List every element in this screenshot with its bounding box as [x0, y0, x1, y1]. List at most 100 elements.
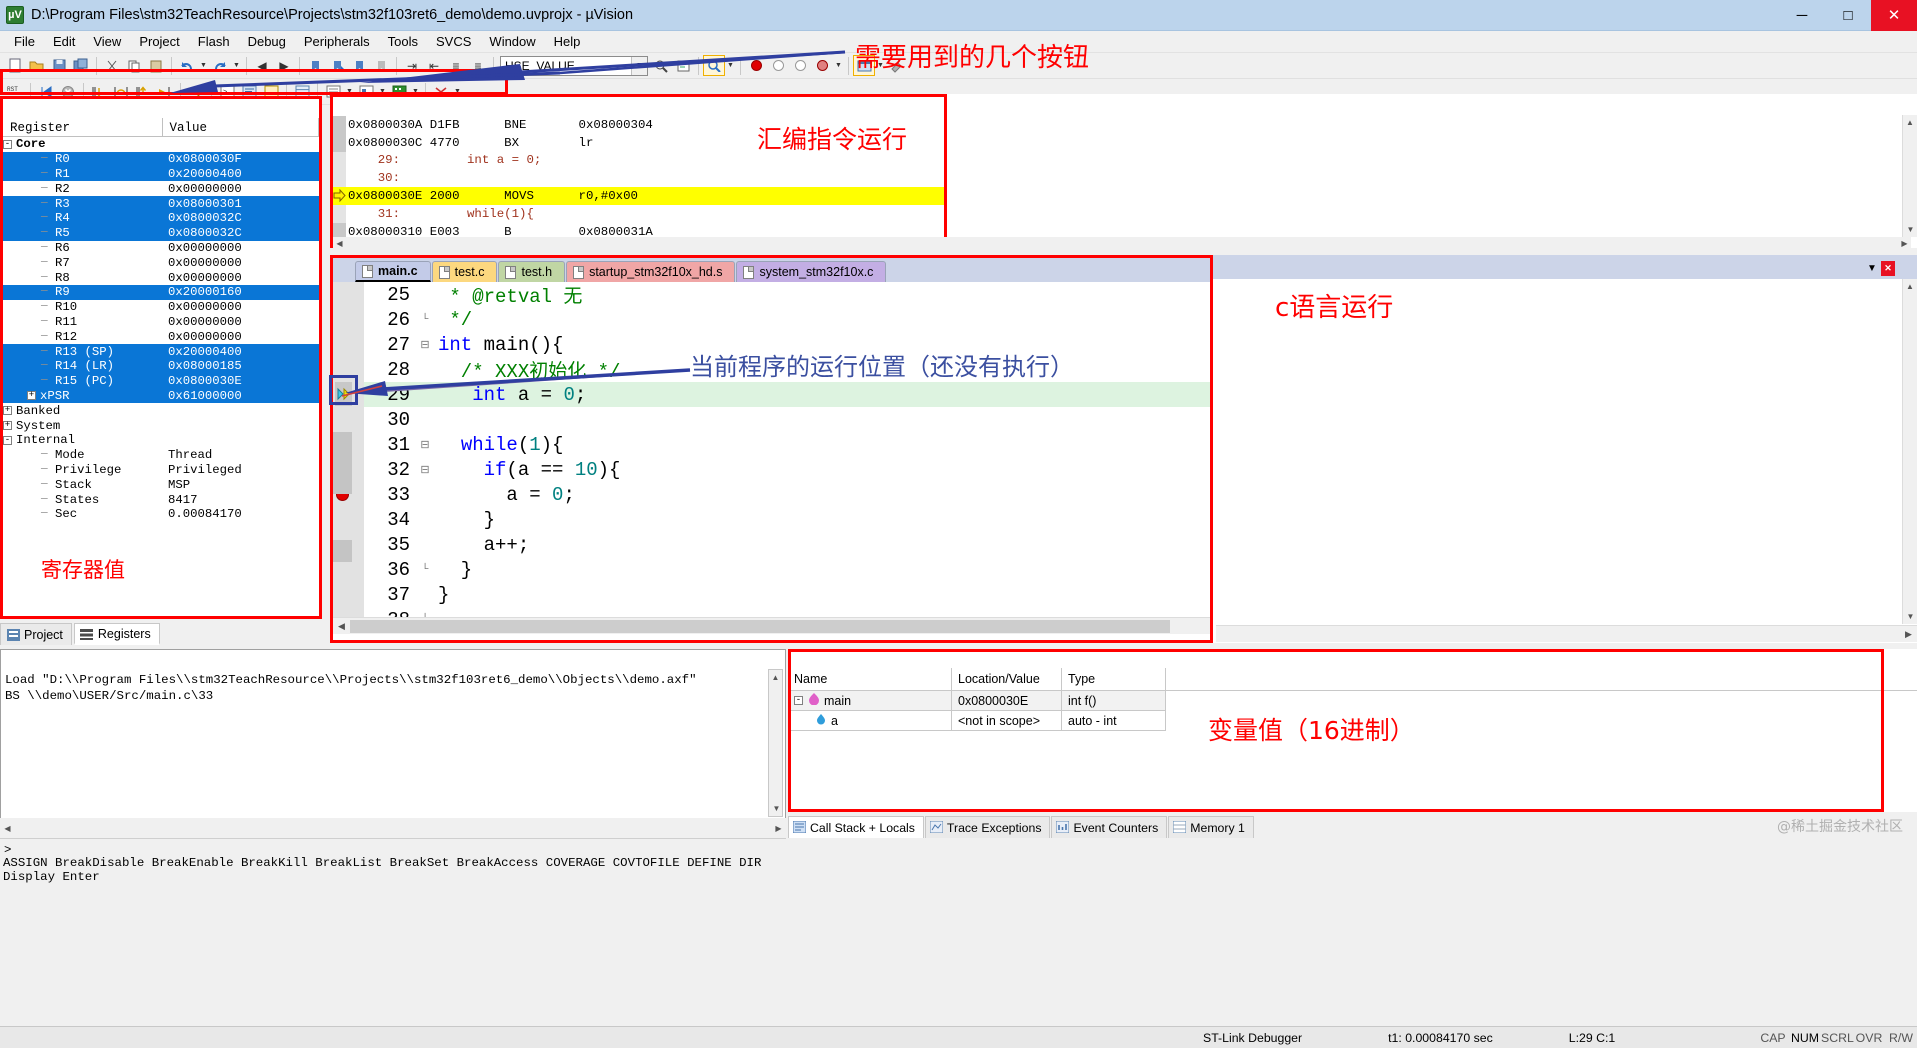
disassembly-row[interactable]: 30: [333, 169, 944, 188]
find-in-files-icon[interactable] [650, 55, 672, 76]
disassembly-vscrollbar[interactable]: ▲ ▼ [1902, 115, 1917, 237]
register-row[interactable]: ─ R14 (LR) 0x08000185 [3, 358, 319, 374]
register-row[interactable]: + System [3, 418, 319, 433]
uncomment-icon[interactable]: ≡ [467, 55, 489, 76]
disable-bp-icon[interactable] [767, 55, 789, 76]
register-row[interactable]: ─ R4 0x0800032C [3, 210, 319, 226]
menu-view[interactable]: View [84, 32, 130, 51]
menu-file[interactable]: File [5, 32, 44, 51]
register-row[interactable]: ─ R11 0x00000000 [3, 315, 319, 330]
chevron-down-icon[interactable]: ▼ [631, 56, 647, 75]
bp-dropdown-icon[interactable]: ▼ [833, 55, 844, 76]
bookmark-prev-icon[interactable] [348, 55, 370, 76]
vscroll-up-arrow[interactable]: ▲ [1903, 115, 1917, 130]
register-row[interactable]: ─ R5 0x0800032C [3, 225, 319, 241]
disassembly-row[interactable]: 31: while(1){ [333, 204, 944, 223]
collapse-icon[interactable]: - [3, 139, 12, 149]
disassembly-gutter[interactable] [333, 169, 346, 188]
menu-window[interactable]: Window [480, 32, 544, 51]
disassembly-hscrollbar[interactable]: ◀ ▶ [333, 237, 1911, 250]
editor-minimize-icon[interactable]: ▼ [1865, 261, 1879, 276]
fold-marker[interactable]: └ [416, 614, 434, 618]
paste-icon[interactable] [145, 55, 167, 76]
maximize-button[interactable]: □ [1825, 0, 1871, 31]
insert-bp-icon[interactable] [745, 55, 767, 76]
command-hscroll-right[interactable]: ▶ [771, 824, 786, 833]
code-line[interactable]: 38└ [364, 607, 1210, 618]
editor-hscroll-thumb[interactable] [350, 619, 1170, 633]
fold-marker[interactable]: ⊟ [416, 463, 434, 477]
bookmark-next-icon[interactable] [326, 55, 348, 76]
outdent-icon[interactable]: ⇤ [423, 55, 445, 76]
editor-hscroll-right-arrow[interactable]: ▶ [1900, 626, 1917, 643]
comment-icon[interactable]: ≡ [445, 55, 467, 76]
editor-close-icon[interactable]: ✕ [1881, 260, 1895, 276]
register-row[interactable]: ─ R3 0x08000301 [3, 196, 319, 211]
save-icon[interactable] [48, 55, 70, 76]
menu-tools[interactable]: Tools [379, 32, 427, 51]
breakpoint-gutter[interactable] [333, 282, 352, 617]
editor-hscrollbar[interactable]: ◀ [333, 617, 1210, 634]
menu-peripherals[interactable]: Peripherals [295, 32, 379, 51]
save-all-icon[interactable] [70, 55, 92, 76]
register-row[interactable]: ─ R10 0x00000000 [3, 300, 319, 315]
new-file-icon[interactable] [4, 55, 26, 76]
command-vscroll-up-arrow[interactable]: ▲ [769, 670, 782, 685]
command-hscrollbar[interactable]: ◀ ▶ [0, 818, 786, 838]
editor-tab-system-stm32f10x-c[interactable]: system_stm32f10x.c [736, 261, 887, 282]
register-row[interactable]: ─ R13 (SP) 0x20000400 [3, 344, 319, 359]
collapse-icon[interactable]: - [794, 696, 803, 705]
hscroll-left-arrow[interactable]: ◀ [333, 239, 346, 248]
fold-marker[interactable]: └ [416, 314, 434, 326]
minimize-button[interactable]: ─ [1779, 0, 1825, 31]
kill-all-bp-icon[interactable] [789, 55, 811, 76]
register-row[interactable]: ─ Privilege Privileged [3, 463, 319, 478]
editor-tab-test-h[interactable]: test.h [498, 261, 566, 282]
tab-registers[interactable]: Registers [73, 623, 160, 645]
register-row[interactable]: ─ R1 0x20000400 [3, 166, 319, 182]
fold-marker[interactable]: ⊟ [416, 338, 434, 352]
register-row[interactable]: ─ R15 (PC) 0x0800030E [3, 373, 319, 389]
tab-event-counters[interactable]: Event Counters [1051, 816, 1168, 838]
tab-memory-1[interactable]: Memory 1 [1168, 816, 1254, 838]
editor-code-lines[interactable]: 25 * @retval 无 26 └ */27 ⊟ int main(){28 /* … [364, 282, 1210, 617]
disassembly-gutter[interactable] [333, 151, 346, 170]
cut-icon[interactable] [101, 55, 123, 76]
expand-icon[interactable]: + [3, 421, 12, 431]
nav-back-icon[interactable]: ◀ [251, 55, 273, 76]
callstack-row[interactable]: - main 0x0800030E int f() [788, 691, 1917, 711]
register-row[interactable]: + xPSR 0x61000000 [3, 388, 319, 404]
menu-help[interactable]: Help [545, 32, 590, 51]
disassembly-gutter[interactable] [333, 133, 346, 152]
register-row[interactable]: ─ R6 0x00000000 [3, 241, 319, 256]
code-line[interactable]: 25 * @retval 无 [364, 282, 1210, 309]
find-icon[interactable] [703, 55, 725, 76]
register-row[interactable]: ─ Mode Thread [3, 448, 319, 463]
register-row[interactable]: + Banked [3, 403, 319, 418]
code-line[interactable]: 29 int a = 0; [364, 382, 1210, 407]
fold-marker[interactable]: └ [416, 564, 434, 576]
nav-forward-icon[interactable]: ▶ [273, 55, 295, 76]
undo-icon[interactable] [176, 55, 198, 76]
bookmark-clear-icon[interactable] [370, 55, 392, 76]
menu-flash[interactable]: Flash [189, 32, 239, 51]
tab-project[interactable]: Project [0, 623, 72, 645]
redo-dropdown-icon[interactable]: ▼ [231, 55, 242, 76]
editor-hscroll-left-arrow[interactable]: ◀ [333, 618, 350, 635]
fold-marker[interactable]: ⊟ [416, 438, 434, 452]
editor-hscrollbar-right[interactable]: ▶ [1216, 625, 1917, 642]
editor-tab-test-c[interactable]: test.c [431, 261, 498, 282]
editor-vscrollbar[interactable]: ▲ ▼ [1902, 279, 1917, 624]
menu-edit[interactable]: Edit [44, 32, 84, 51]
editor-tab-startup-stm32f10x-hd-s[interactable]: startup_stm32f10x_hd.s [566, 261, 736, 282]
editor-body[interactable]: 25 * @retval 无 26 └ */27 ⊟ int main(){28 /* … [333, 282, 1210, 617]
command-vscrollbar[interactable]: ▲ ▼ [768, 669, 783, 817]
find-dropdown-icon[interactable]: ▼ [725, 55, 736, 76]
register-row[interactable]: ─ R12 0x00000000 [3, 329, 319, 344]
close-button[interactable]: ✕ [1871, 0, 1917, 31]
disassembly-gutter[interactable] [333, 116, 346, 134]
code-line[interactable]: 34 } [364, 507, 1210, 532]
disassembly-gutter[interactable] [333, 187, 346, 205]
register-row[interactable]: ─ Stack MSP [3, 477, 319, 492]
collapse-icon[interactable]: - [3, 435, 12, 445]
